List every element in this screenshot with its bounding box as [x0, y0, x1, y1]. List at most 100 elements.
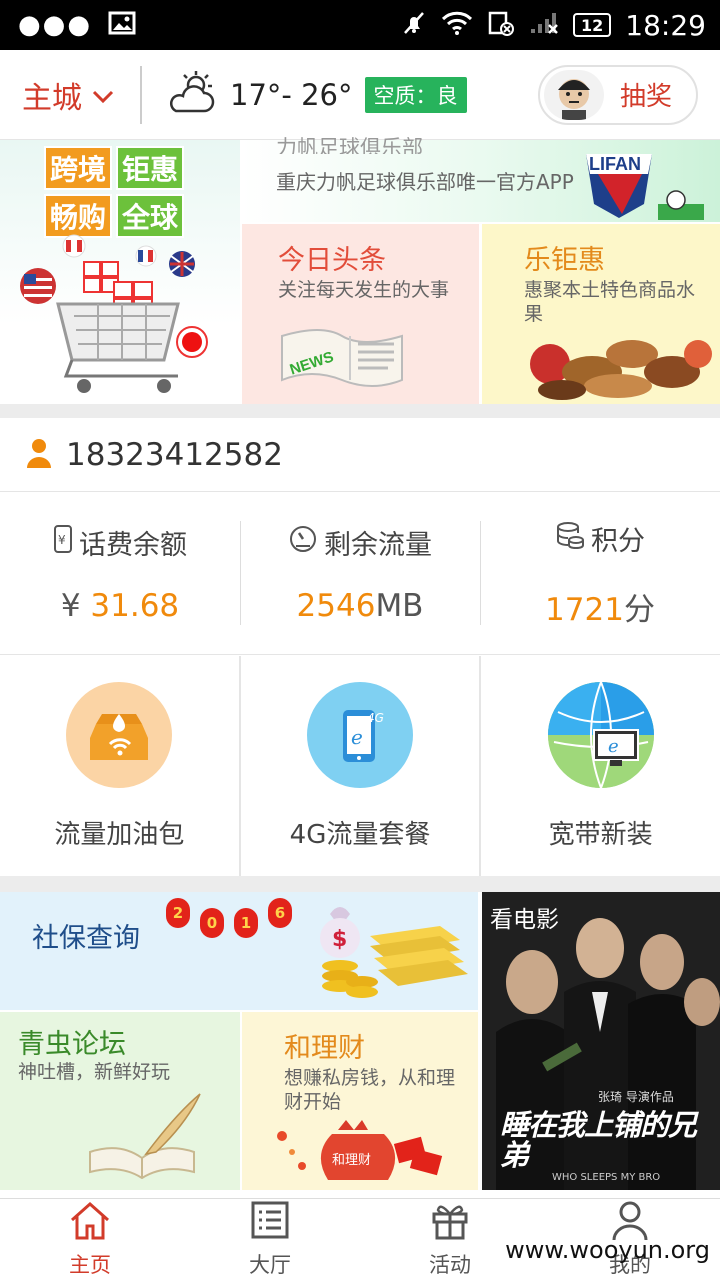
data-label: 剩余流量	[324, 530, 432, 561]
data-unit: MB	[375, 588, 424, 624]
balance-label: 话费余额	[79, 530, 187, 561]
points-stat[interactable]: 积分 1721分	[480, 493, 720, 654]
more-icon: ●●●	[18, 10, 93, 40]
battery-icon: 12	[573, 13, 612, 37]
gift-icon	[430, 1200, 470, 1245]
header-bar: 主城 17°- 26° 空质：良 抽奖	[0, 50, 720, 140]
crossborder-word: 钜惠	[116, 146, 185, 190]
book-quill-icon	[89, 1093, 201, 1180]
movie-credit: 张琦 导演作品	[598, 1090, 674, 1104]
tab-hall[interactable]: 大厅	[180, 1199, 360, 1280]
money-bag-illustration: 和理财	[277, 1120, 443, 1180]
svg-text:¥: ¥	[58, 533, 66, 547]
coins-icon	[555, 520, 585, 557]
signal-icon	[529, 11, 559, 39]
crossborder-word: 跨境	[44, 146, 113, 190]
leju-subtitle: 惠聚本土特色商品水果	[524, 279, 696, 325]
movie-poster-title: 睡在我上铺的兄弟	[500, 1108, 697, 1172]
news-banner[interactable]: 今日头条 关注每天发生的大事 NEWS	[242, 224, 479, 404]
hexin-finance-banner[interactable]: 和理财 想赚私房钱，从和理财开始 和理财	[242, 1012, 478, 1190]
social-security-banner[interactable]: 社保查询 2 0 1 6 $	[0, 892, 478, 1010]
promo-grid: 社保查询 2 0 1 6 $ 青虫论坛 神吐槽，新鲜好玩 和理财 想赚私房钱，从…	[0, 892, 720, 1190]
newspaper-icon: NEWS	[281, 329, 403, 387]
balance-stat[interactable]: ¥ 话费余额 ¥ 31.68	[0, 493, 240, 654]
licai-title: 和理财	[284, 1033, 365, 1064]
account-row[interactable]: 18323412582	[0, 418, 720, 492]
phone-number: 18323412582	[66, 436, 283, 473]
licai-subtitle: 想赚私房钱，从和理财开始	[284, 1067, 456, 1113]
globe-monitor-icon: e	[547, 681, 654, 788]
lifan-logo-text: LIFAN	[589, 154, 641, 174]
news-title: 今日头条	[278, 245, 386, 276]
image-notification-icon	[108, 11, 136, 39]
movie-banner[interactable]: 看电影 张琦 导演作品 睡在我上铺的兄弟 WHO SLEEPS MY BRO	[482, 892, 720, 1190]
crossborder-banner[interactable]: 跨境 钜惠 畅购 全球	[0, 140, 240, 404]
mute-icon	[401, 10, 427, 40]
tab-label: 主页	[69, 1253, 111, 1277]
service-label: 宽带新装	[548, 819, 653, 850]
data-refuel-pack-button[interactable]: 流量加油包	[0, 656, 239, 876]
qingchong-subtitle: 神吐槽，新鲜好玩	[18, 1061, 171, 1083]
avatar	[544, 69, 604, 120]
section-divider	[0, 404, 720, 418]
weather-widget[interactable]: 17°- 26° 空质：良	[142, 69, 538, 121]
shopping-cart-illustration	[20, 234, 208, 393]
partly-cloudy-icon	[166, 69, 218, 121]
crossborder-word: 全球	[116, 194, 185, 238]
tab-label: 大厅	[249, 1253, 291, 1277]
money-coins-illustration: $	[320, 907, 468, 998]
clock: 18:29	[625, 8, 706, 42]
svg-text:4G: 4G	[367, 711, 384, 725]
lantern-digit: 2	[166, 898, 190, 928]
movie-title: 看电影	[490, 907, 559, 933]
lantern-digit: 1	[234, 908, 258, 938]
points-value: 1721	[545, 591, 624, 628]
qingchong-title: 青虫论坛	[18, 1029, 126, 1060]
lantern-digit: 6	[268, 898, 292, 928]
phone-bill-icon: ¥	[53, 524, 73, 561]
service-grid: 流量加油包 e 4G 4G流量套餐 e 宽带新装	[0, 656, 720, 876]
svg-text:e: e	[608, 736, 619, 757]
news-subtitle: 关注每天发生的大事	[278, 279, 450, 301]
service-label: 流量加油包	[54, 819, 185, 850]
crossborder-title: 跨境 钜惠 畅购 全球	[44, 146, 194, 238]
home-icon	[68, 1200, 112, 1245]
service-label: 4G流量套餐	[289, 819, 431, 850]
balance-value: 31.68	[90, 588, 180, 624]
snacks-fruit-illustration	[530, 340, 712, 400]
banner-grid: 跨境 钜惠 畅购 全球 力帆足球俱乐部 重庆力帆足球俱乐部唯一官方APP LIF…	[0, 136, 720, 404]
points-label: 积分	[591, 525, 645, 557]
section-divider	[0, 876, 720, 892]
tab-label: 活动	[429, 1253, 471, 1277]
leju-banner[interactable]: 乐钜惠 惠聚本土特色商品水果	[482, 224, 720, 404]
air-quality-badge: 空质：良	[364, 76, 467, 113]
tab-home[interactable]: 主页	[0, 1199, 180, 1280]
phone-4g-icon: e 4G	[307, 681, 413, 788]
lottery-label: 抽奖	[620, 82, 673, 112]
data-value: 2546	[296, 588, 376, 624]
lifan-banner[interactable]: 力帆足球俱乐部 重庆力帆足球俱乐部唯一官方APP LIFAN	[242, 136, 720, 222]
lifan-title: 力帆足球俱乐部	[276, 136, 423, 154]
account-stats: ¥ 话费余额 ¥ 31.68 剩余流量 2546MB 积分 1721分	[0, 493, 720, 655]
broadband-install-button[interactable]: e 宽带新装	[479, 656, 720, 876]
status-bar: ●●● 12 18:29	[0, 0, 720, 50]
4g-data-plan-button[interactable]: e 4G 4G流量套餐	[238, 656, 480, 876]
leju-title: 乐钜惠	[524, 245, 605, 276]
chevron-down-icon	[92, 77, 114, 112]
qingchong-forum-banner[interactable]: 青虫论坛 神吐槽，新鲜好玩	[0, 1012, 240, 1190]
list-icon	[250, 1200, 290, 1245]
watermark: www.wooyun.org	[505, 1236, 710, 1264]
gauge-icon	[288, 524, 318, 561]
data-stat[interactable]: 剩余流量 2546MB	[240, 493, 480, 654]
fuel-pack-icon	[66, 681, 173, 788]
lantern-digit: 0	[200, 908, 224, 938]
movie-english-title: WHO SLEEPS MY BRO	[552, 1172, 661, 1183]
city-selector[interactable]: 主城	[0, 65, 142, 124]
lifan-logo-icon: LIFAN	[586, 154, 704, 220]
lottery-button[interactable]: 抽奖	[538, 64, 698, 125]
sim-error-icon	[487, 10, 515, 40]
lifan-subtitle: 重庆力帆足球俱乐部唯一官方APP	[276, 170, 574, 194]
lanterns-2016: 2 0 1 6	[166, 898, 292, 938]
temperature: 17°- 26°	[230, 77, 353, 112]
points-unit: 分	[623, 591, 655, 628]
